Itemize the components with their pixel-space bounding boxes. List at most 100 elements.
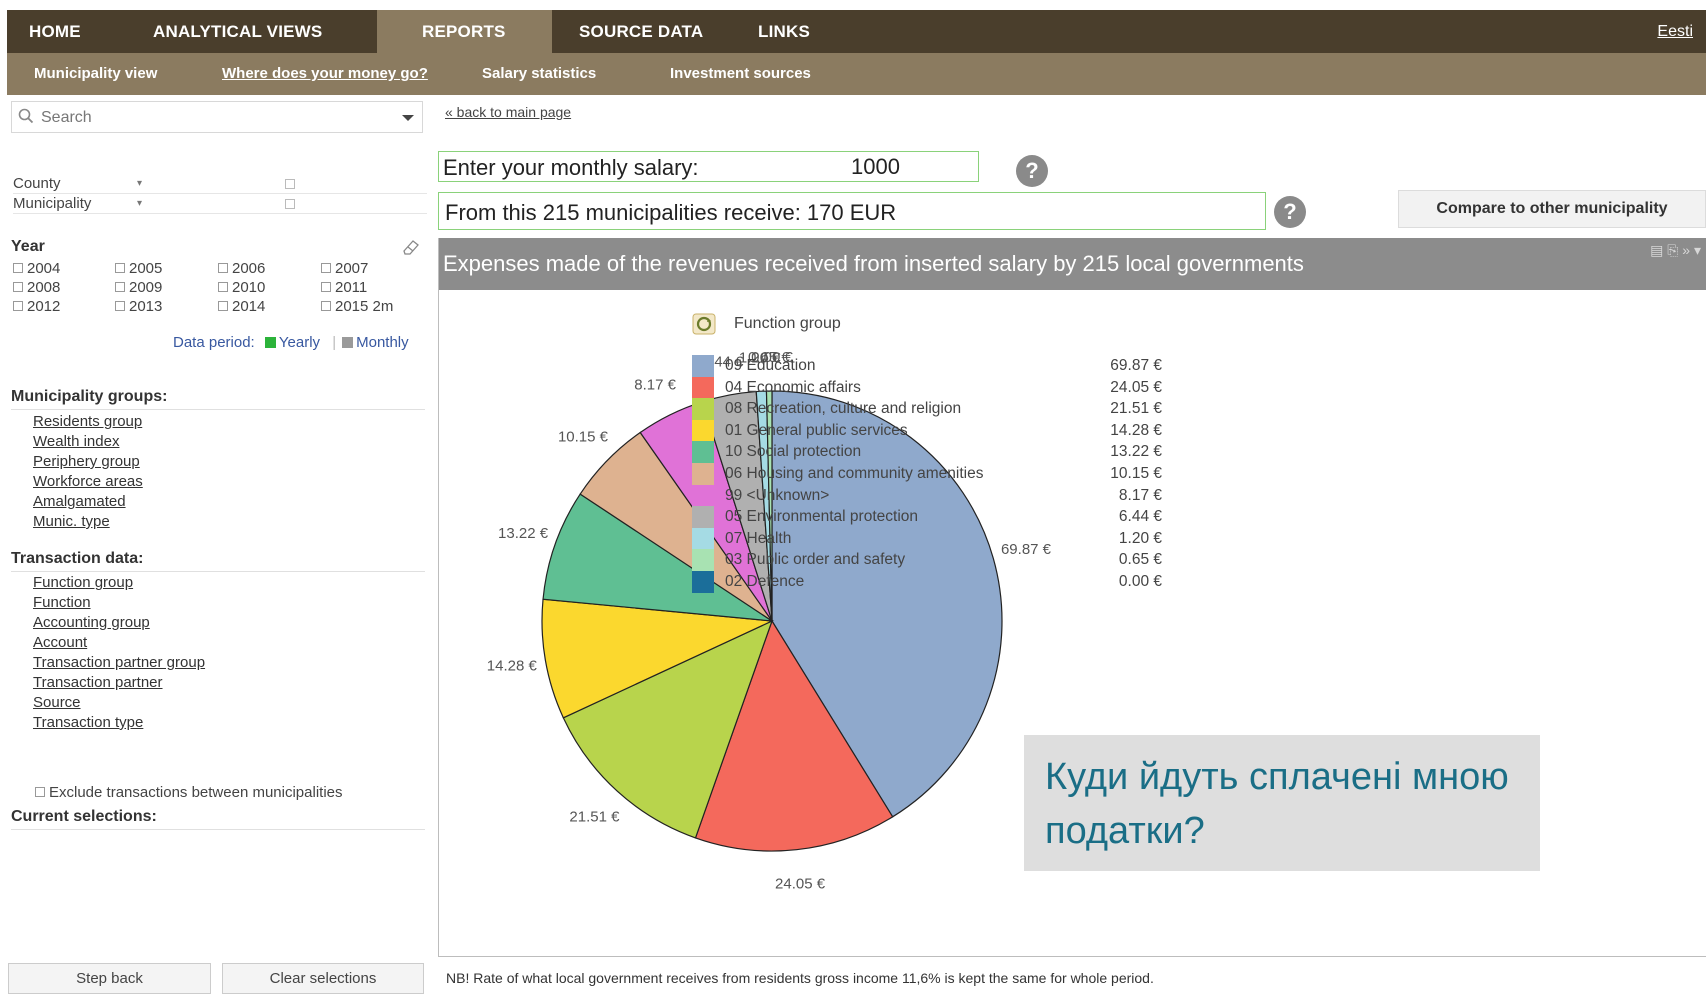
search-icon bbox=[18, 108, 34, 124]
legend-swatch bbox=[692, 506, 714, 528]
pie-data-label: 24.05 € bbox=[775, 876, 826, 893]
nav-analytical-views[interactable]: ANALYTICAL VIEWS bbox=[153, 10, 322, 53]
year-label: Year bbox=[11, 238, 45, 255]
link-source[interactable]: Source bbox=[33, 693, 205, 713]
link-function-group[interactable]: Function group bbox=[33, 573, 205, 593]
search-input[interactable]: Search bbox=[11, 101, 423, 133]
filter-municipality[interactable]: Municipality ▾ bbox=[13, 194, 427, 214]
legend-value: 13.22 € bbox=[1110, 443, 1162, 461]
nav-reports[interactable]: REPORTS bbox=[377, 10, 552, 53]
year-checkbox-2006[interactable]: 2006 bbox=[218, 260, 265, 277]
year-checkbox-2004[interactable]: 2004 bbox=[13, 260, 60, 277]
help-icon[interactable]: ? bbox=[1016, 155, 1048, 187]
link-accounting-group[interactable]: Accounting group bbox=[33, 613, 205, 633]
subnav-municipality-view[interactable]: Municipality view bbox=[34, 53, 157, 95]
salary-field[interactable]: Enter your monthly salary: bbox=[438, 151, 979, 182]
filter-county[interactable]: County ▾ bbox=[13, 174, 427, 194]
overlay-text: Куди йдуть сплачені мною податки? bbox=[1045, 756, 1509, 852]
chevron-down-icon[interactable]: ▾ bbox=[137, 198, 142, 209]
cycle-icon[interactable] bbox=[692, 313, 716, 335]
checkbox-icon bbox=[13, 263, 23, 273]
year-checkbox-2007[interactable]: 2007 bbox=[321, 260, 368, 277]
chart-title: Expenses made of the revenues received f… bbox=[443, 251, 1304, 276]
exclude-transactions-checkbox[interactable]: Exclude transactions between municipalit… bbox=[35, 784, 343, 801]
legend-item[interactable]: 10 Social protection 13.22 € bbox=[692, 441, 1162, 463]
compare-municipality-button[interactable]: Compare to other municipality bbox=[1398, 190, 1706, 228]
legend-item[interactable]: 03 Public order and safety 0.65 € bbox=[692, 549, 1162, 571]
legend-item[interactable]: 06 Housing and community amenities 10.15 … bbox=[692, 463, 1162, 485]
checkbox-icon[interactable] bbox=[285, 199, 295, 209]
data-period: Data period: Yearly | Monthly bbox=[173, 334, 409, 351]
data-period-yearly[interactable]: Yearly bbox=[279, 334, 320, 351]
checkbox-icon bbox=[218, 301, 228, 311]
pie-data-label: 21.51 € bbox=[569, 808, 620, 825]
year-checkbox-2014[interactable]: 2014 bbox=[218, 298, 265, 315]
legend-item[interactable]: 02 Defence 0.00 € bbox=[692, 571, 1162, 593]
checkbox-icon bbox=[115, 282, 125, 292]
year-checkbox-2009[interactable]: 2009 bbox=[115, 279, 162, 296]
filter-label: Municipality bbox=[13, 195, 92, 212]
legend-item[interactable]: 09 Education 69.87 € bbox=[692, 355, 1162, 377]
clear-selections-button[interactable]: Clear selections bbox=[222, 963, 424, 994]
nav-links[interactable]: LINKS bbox=[758, 10, 810, 53]
nav-source-data[interactable]: SOURCE DATA bbox=[579, 10, 703, 53]
link-account[interactable]: Account bbox=[33, 633, 205, 653]
legend-item[interactable]: 07 Health 1.20 € bbox=[692, 527, 1162, 550]
chevron-down-icon[interactable] bbox=[402, 115, 414, 121]
legend-label: 09 Education bbox=[725, 357, 816, 374]
eraser-icon[interactable] bbox=[401, 238, 421, 256]
subnav-where-does-your-money-go[interactable]: Where does your money go? bbox=[222, 53, 428, 95]
legend-swatch bbox=[692, 376, 714, 399]
legend-label: 99 <Unknown> bbox=[725, 486, 830, 504]
language-link[interactable]: Eesti bbox=[1657, 10, 1693, 53]
link-transaction-partner-group[interactable]: Transaction partner group bbox=[33, 653, 205, 673]
pie-data-label: 13.22 € bbox=[498, 525, 549, 542]
subnav-investment-sources[interactable]: Investment sources bbox=[670, 53, 811, 95]
year-checkbox-2008[interactable]: 2008 bbox=[13, 279, 60, 296]
legend-item[interactable]: 05 Environmental protection 6.44 € bbox=[692, 506, 1162, 528]
legend-swatch bbox=[692, 355, 714, 377]
link-munic-type[interactable]: Munic. type bbox=[33, 512, 143, 532]
legend-item[interactable]: 99 <Unknown> 8.17 € bbox=[692, 484, 1162, 507]
nav-home[interactable]: HOME bbox=[29, 10, 81, 53]
help-icon[interactable]: ? bbox=[1274, 196, 1306, 228]
salary-input[interactable] bbox=[851, 154, 971, 179]
legend-value: 0.00 € bbox=[1118, 573, 1162, 590]
legend-item[interactable]: 04 Economic affairs 24.05 € bbox=[692, 376, 1162, 399]
legend-value: 69.87 € bbox=[1110, 357, 1162, 374]
link-residents-group[interactable]: Residents group bbox=[33, 412, 143, 432]
subnav-salary-statistics[interactable]: Salary statistics bbox=[482, 53, 596, 95]
back-to-main-link[interactable]: « back to main page bbox=[445, 104, 571, 120]
municipality-groups-title: Municipality groups: bbox=[11, 388, 425, 410]
data-period-monthly[interactable]: Monthly bbox=[356, 334, 409, 351]
year-checkbox-2013[interactable]: 2013 bbox=[115, 298, 162, 315]
checkbox-icon[interactable] bbox=[285, 179, 295, 189]
legend-item[interactable]: 08 Recreation, culture and religion 21.51… bbox=[692, 398, 1162, 420]
link-amalgamated[interactable]: Amalgamated bbox=[33, 492, 143, 512]
chart-toolbar-icons[interactable]: ▤ ⎘ » ▾ bbox=[1650, 242, 1701, 259]
year-checkbox-2015-2m[interactable]: 2015 2m bbox=[321, 298, 393, 315]
link-transaction-type[interactable]: Transaction type bbox=[33, 713, 205, 733]
receive-display: From this 215 municipalities receive: 17… bbox=[438, 192, 1266, 230]
year-checkbox-2012[interactable]: 2012 bbox=[13, 298, 60, 315]
legend-label: 10 Social protection bbox=[725, 443, 862, 461]
checkbox-icon bbox=[321, 301, 331, 311]
year-checkbox-2010[interactable]: 2010 bbox=[218, 279, 265, 296]
checkbox-icon bbox=[218, 282, 228, 292]
year-checkbox-2011[interactable]: 2011 bbox=[321, 279, 367, 296]
link-function[interactable]: Function bbox=[33, 593, 205, 613]
current-selections-title: Current selections: bbox=[11, 808, 425, 830]
link-workforce-areas[interactable]: Workforce areas bbox=[33, 472, 143, 492]
legend-swatch bbox=[692, 398, 714, 420]
link-wealth-index[interactable]: Wealth index bbox=[33, 432, 143, 452]
pie-data-label: 14.28 € bbox=[487, 658, 538, 675]
step-back-button[interactable]: Step back bbox=[8, 963, 211, 994]
legend-title: Function group bbox=[734, 315, 841, 332]
year-checkbox-2005[interactable]: 2005 bbox=[115, 260, 162, 277]
legend-item[interactable]: 01 General public services 14.28 € bbox=[692, 419, 1162, 442]
legend-swatch bbox=[692, 527, 714, 550]
legend-label: 03 Public order and safety bbox=[725, 551, 906, 569]
link-transaction-partner[interactable]: Transaction partner bbox=[33, 673, 205, 693]
link-periphery-group[interactable]: Periphery group bbox=[33, 452, 143, 472]
chevron-down-icon[interactable]: ▾ bbox=[137, 178, 142, 189]
